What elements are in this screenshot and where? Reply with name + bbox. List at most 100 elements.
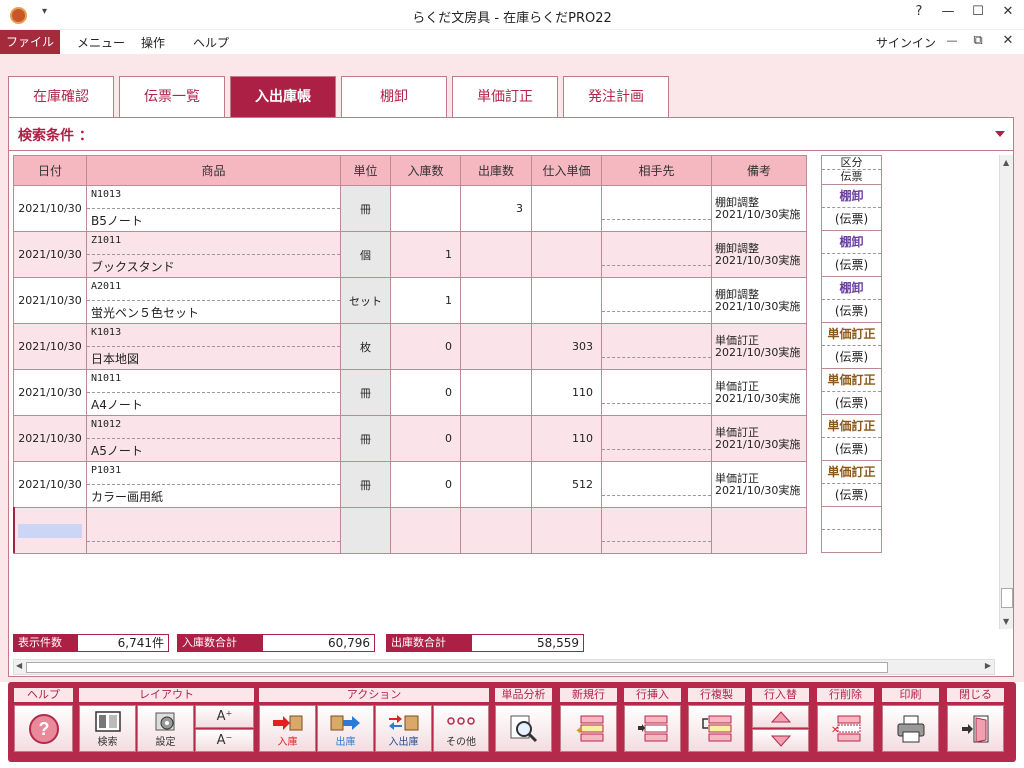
cell-unit[interactable]: 冊 — [340, 415, 391, 462]
insert-row-button[interactable] — [624, 705, 681, 752]
horizontal-scrollbar[interactable]: ◀ ▶ — [13, 659, 995, 675]
new-in-input[interactable] — [390, 507, 461, 554]
vertical-scroll-thumb[interactable] — [1001, 588, 1013, 608]
cell-note[interactable]: 単価訂正 2021/10/30実施 — [711, 415, 807, 462]
move-row-down-button[interactable] — [752, 729, 809, 752]
cell-partner[interactable] — [601, 369, 712, 416]
menu-menu[interactable]: メニュー — [77, 34, 125, 51]
col-header-note[interactable]: 備考 — [711, 155, 807, 186]
cell-price[interactable] — [531, 277, 602, 324]
cell-price[interactable]: 110 — [531, 415, 602, 462]
kbn-cell[interactable]: 単価訂正 (伝票) — [821, 369, 882, 415]
delete-row-button[interactable]: ✕ — [817, 705, 874, 752]
cell-partner[interactable] — [601, 277, 712, 324]
new-entry-row[interactable] — [13, 507, 807, 554]
cell-note[interactable]: 棚卸調整 2021/10/30実施 — [711, 277, 807, 324]
cell-out[interactable]: 3 — [460, 185, 532, 232]
settings-button[interactable]: 設定 — [137, 705, 194, 752]
cell-product[interactable]: A2011 蛍光ペン５色セット — [86, 277, 341, 324]
new-partner-input[interactable] — [601, 507, 712, 554]
new-unit-input[interactable] — [340, 507, 391, 554]
copy-row-button[interactable] — [688, 705, 745, 752]
search-button[interactable]: 検索 — [79, 705, 136, 752]
print-button[interactable] — [882, 705, 939, 752]
col-header-in[interactable]: 入庫数 — [390, 155, 461, 186]
cell-in[interactable]: 1 — [390, 277, 461, 324]
new-product-input[interactable] — [86, 507, 341, 554]
kbn-cell[interactable]: 棚卸 (伝票) — [821, 185, 882, 231]
search-condition-bar[interactable]: 検索条件 ： — [9, 118, 1013, 151]
cell-note[interactable]: 単価訂正 2021/10/30実施 — [711, 323, 807, 370]
scroll-down-icon[interactable]: ▼ — [1003, 617, 1009, 626]
kbn-slip[interactable]: (伝票) — [822, 346, 881, 368]
cell-unit[interactable]: 冊 — [340, 369, 391, 416]
cell-unit[interactable]: 個 — [340, 231, 391, 278]
cell-unit[interactable]: 冊 — [340, 185, 391, 232]
cell-out[interactable] — [460, 369, 532, 416]
menu-help[interactable]: ヘルプ — [193, 34, 229, 51]
cell-note[interactable]: 棚卸調整 2021/10/30実施 — [711, 231, 807, 278]
cell-partner[interactable] — [601, 415, 712, 462]
new-out-input[interactable] — [460, 507, 532, 554]
signin-link[interactable]: サインイン — [876, 34, 936, 51]
scroll-left-icon[interactable]: ◀ — [16, 661, 22, 670]
font-larger-button[interactable]: A⁺ — [195, 705, 254, 728]
new-price-input[interactable] — [531, 507, 602, 554]
col-header-price[interactable]: 仕入単価 — [531, 155, 602, 186]
restore-button[interactable]: ⧉ — [966, 33, 990, 48]
cell-in[interactable]: 0 — [390, 461, 461, 508]
table-row[interactable]: 2021/10/30 N1013 B5ノート 冊 3 棚卸調整 2021/10/30… — [13, 185, 807, 232]
close-button[interactable]: ✕ — [996, 4, 1020, 19]
table-row[interactable]: 2021/10/30 P1031 カラー画用紙 冊 0 512 単価訂正 2021/… — [13, 461, 807, 508]
cell-product[interactable]: Z1011 ブックスタンド — [86, 231, 341, 278]
scroll-up-icon[interactable]: ▲ — [1003, 158, 1009, 167]
cell-out[interactable] — [460, 461, 532, 508]
kbn-cell[interactable]: 棚卸 (伝票) — [821, 231, 882, 277]
menu-file[interactable]: ファイル — [0, 30, 60, 54]
cell-note[interactable]: 単価訂正 2021/10/30実施 — [711, 369, 807, 416]
table-row[interactable]: 2021/10/30 A2011 蛍光ペン５色セット セット 1 棚卸調整 2021… — [13, 277, 807, 324]
stock-out-button[interactable]: 出庫 — [317, 705, 374, 752]
cell-in[interactable] — [390, 185, 461, 232]
cell-in[interactable]: 0 — [390, 415, 461, 462]
col-header-partner[interactable]: 相手先 — [601, 155, 712, 186]
maximize-button[interactable]: ☐ — [966, 4, 990, 19]
cell-unit[interactable]: 枚 — [340, 323, 391, 370]
tab-inventory[interactable]: 棚卸 — [341, 76, 447, 117]
cell-date[interactable]: 2021/10/30 — [13, 231, 87, 278]
cell-product[interactable]: K1013 日本地図 — [86, 323, 341, 370]
cell-date[interactable]: 2021/10/30 — [13, 369, 87, 416]
cell-out[interactable] — [460, 277, 532, 324]
kbn-slip[interactable]: (伝票) — [822, 300, 881, 322]
other-button[interactable]: その他 — [433, 705, 489, 752]
cell-note[interactable]: 棚卸調整 2021/10/30実施 — [711, 185, 807, 232]
help-icon[interactable]: ? — [907, 4, 931, 19]
cell-out[interactable] — [460, 323, 532, 370]
cell-product[interactable]: N1011 A4ノート — [86, 369, 341, 416]
kbn-slip[interactable]: (伝票) — [822, 208, 881, 230]
kbn-cell[interactable]: 単価訂正 (伝票) — [821, 461, 882, 507]
col-header-date[interactable]: 日付 — [13, 155, 87, 186]
scroll-right-icon[interactable]: ▶ — [985, 661, 991, 670]
stock-inout-button[interactable]: 入出庫 — [375, 705, 432, 752]
kbn-slip[interactable]: (伝票) — [822, 484, 881, 506]
cell-partner[interactable] — [601, 323, 712, 370]
tab-price-correction[interactable]: 単価訂正 — [452, 76, 558, 117]
cell-out[interactable] — [460, 415, 532, 462]
col-header-product[interactable]: 商品 — [86, 155, 341, 186]
kbn-slip[interactable]: (伝票) — [822, 438, 881, 460]
cell-price[interactable]: 303 — [531, 323, 602, 370]
horizontal-scroll-thumb[interactable] — [26, 662, 888, 673]
kbn-cell[interactable]: 単価訂正 (伝票) — [821, 323, 882, 369]
kbn-slip[interactable]: (伝票) — [822, 392, 881, 414]
cell-price[interactable] — [531, 231, 602, 278]
cell-unit[interactable]: 冊 — [340, 461, 391, 508]
cell-out[interactable] — [460, 231, 532, 278]
cell-product[interactable]: P1031 カラー画用紙 — [86, 461, 341, 508]
ribbon-minimize-button[interactable]: — — [940, 34, 964, 47]
move-row-up-button[interactable] — [752, 705, 809, 728]
cell-date[interactable]: 2021/10/30 — [13, 185, 87, 232]
new-row-button[interactable]: ✦ — [560, 705, 617, 752]
minimize-button[interactable]: — — [936, 4, 960, 19]
cell-note[interactable]: 単価訂正 2021/10/30実施 — [711, 461, 807, 508]
